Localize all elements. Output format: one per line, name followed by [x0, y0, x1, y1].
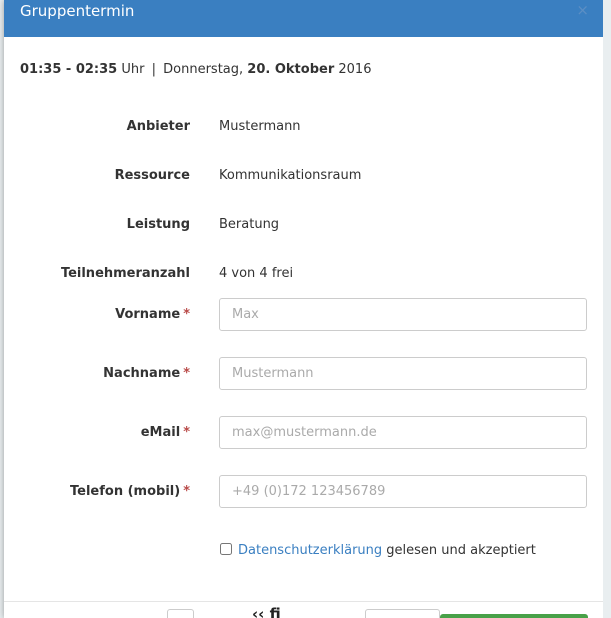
last-name-label: Nachname *	[103, 365, 190, 383]
required-marker: *	[183, 484, 190, 499]
required-marker: *	[183, 425, 190, 440]
last-name-label-text: Nachname	[103, 366, 181, 381]
appointment-date: 01:35 - 02:35 Uhr | Donnerstag, 20. Okto…	[20, 61, 371, 79]
booking-modal: Gruppentermin × 01:35 - 02:35 Uhr | Donn…	[4, 0, 603, 618]
privacy-checkbox[interactable]	[220, 543, 232, 555]
phone-input[interactable]	[219, 475, 587, 508]
first-name-input[interactable]	[219, 298, 587, 331]
first-name-label-text: Vorname	[115, 307, 181, 322]
date-separator: |	[151, 62, 156, 77]
modal-title: Gruppentermin	[20, 2, 135, 20]
footer-partial-text: ‹‹ fi	[252, 605, 281, 618]
form-row-first-name: Vorname *	[4, 298, 603, 332]
required-marker: *	[183, 307, 190, 322]
provider-value: Mustermann	[219, 119, 301, 134]
time-range: 01:35 - 02:35	[20, 62, 118, 77]
resource-value: Kommunikationsraum	[219, 168, 362, 183]
footer-divider	[4, 601, 603, 602]
time-unit: Uhr	[121, 62, 145, 77]
privacy-consent: Datenschutzerklärung gelesen und akzepti…	[220, 542, 536, 560]
first-name-label: Vorname *	[115, 306, 190, 324]
provider-label: Anbieter	[126, 119, 190, 134]
detail-row-participants: Teilnehmeranzahl 4 von 4 frei	[4, 257, 603, 291]
footer-cancel-button[interactable]	[365, 609, 440, 618]
privacy-policy-link[interactable]: Datenschutzerklärung	[238, 543, 382, 558]
email-input[interactable]	[219, 416, 587, 449]
last-name-input[interactable]	[219, 357, 587, 390]
email-label-text: eMail	[140, 425, 181, 440]
year: 2016	[338, 62, 372, 77]
service-label: Leistung	[126, 217, 190, 232]
detail-row-service: Leistung Beratung	[4, 208, 603, 242]
service-value: Beratung	[219, 217, 280, 232]
weekday: Donnerstag,	[163, 62, 244, 77]
footer-confirm-button[interactable]	[440, 614, 588, 618]
form-row-email: eMail *	[4, 416, 603, 450]
phone-label-text: Telefon (mobil)	[70, 484, 181, 499]
detail-row-resource: Ressource Kommunikationsraum	[4, 159, 603, 193]
participants-label: Teilnehmeranzahl	[60, 266, 190, 281]
email-label: eMail *	[141, 424, 190, 442]
close-icon[interactable]: ×	[576, 2, 589, 18]
detail-row-provider: Anbieter Mustermann	[4, 110, 603, 144]
footer-small-button[interactable]	[167, 609, 194, 618]
privacy-consent-text: gelesen und akzeptiert	[382, 543, 536, 558]
form-row-last-name: Nachname *	[4, 357, 603, 391]
page-scrollbar[interactable]	[603, 0, 611, 618]
modal-header: Gruppentermin ×	[4, 0, 603, 37]
day-month: 20. Oktober	[247, 62, 335, 77]
resource-label: Ressource	[114, 168, 190, 183]
form-row-phone: Telefon (mobil) *	[4, 475, 603, 509]
phone-label: Telefon (mobil) *	[70, 483, 190, 501]
required-marker: *	[183, 366, 190, 381]
participants-value: 4 von 4 frei	[219, 266, 294, 281]
